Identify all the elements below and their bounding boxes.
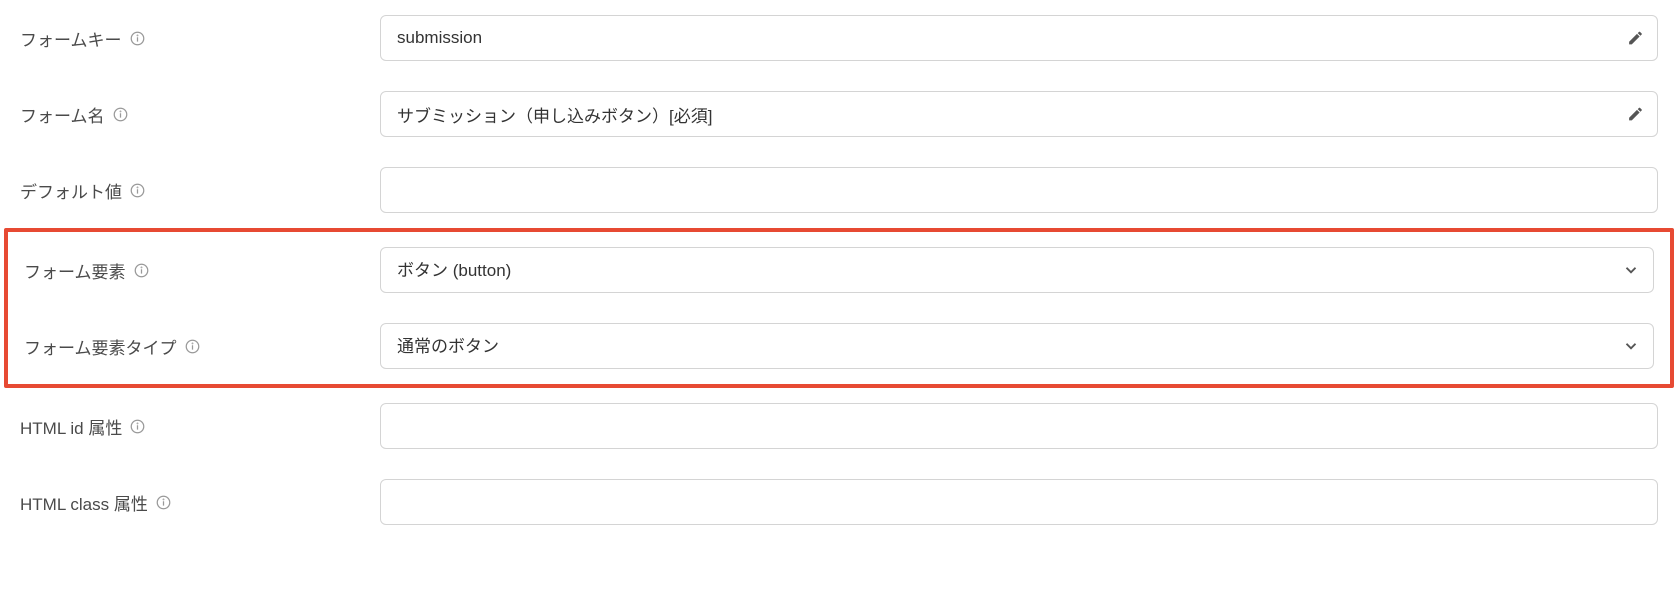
form-name-label-cell: フォーム名 xyxy=(20,102,380,127)
info-icon[interactable] xyxy=(185,339,200,354)
html-id-input[interactable] xyxy=(380,403,1658,449)
form-name-input-cell xyxy=(380,91,1658,137)
html-id-row: HTML id 属性 xyxy=(0,388,1678,464)
html-class-input[interactable] xyxy=(380,479,1658,525)
form-element-type-label-cell: フォーム要素タイプ xyxy=(24,334,380,359)
pencil-icon[interactable] xyxy=(1627,30,1644,47)
form-element-type-select[interactable]: 通常のボタン xyxy=(380,323,1654,369)
form-element-input-cell: ボタン (button) xyxy=(380,247,1654,293)
default-value-input[interactable] xyxy=(380,167,1658,213)
info-icon[interactable] xyxy=(130,31,145,46)
highlighted-section: フォーム要素 ボタン (button) xyxy=(4,228,1674,388)
default-value-row: デフォルト値 xyxy=(0,152,1678,228)
form-key-label: フォームキー xyxy=(20,26,122,51)
html-class-label: HTML class 属性 xyxy=(20,490,148,515)
html-id-label: HTML id 属性 xyxy=(20,414,122,439)
form-element-label-cell: フォーム要素 xyxy=(24,258,380,283)
form-key-row: フォームキー xyxy=(0,0,1678,76)
form-key-input-cell xyxy=(380,15,1658,61)
info-icon[interactable] xyxy=(134,263,149,278)
default-value-label-cell: デフォルト値 xyxy=(20,178,380,203)
form-element-select[interactable]: ボタン (button) xyxy=(380,247,1654,293)
form-key-label-cell: フォームキー xyxy=(20,26,380,51)
html-class-input-cell xyxy=(380,479,1658,525)
html-id-label-cell: HTML id 属性 xyxy=(20,414,380,439)
form-element-type-input-cell: 通常のボタン xyxy=(380,323,1654,369)
form-element-row: フォーム要素 ボタン (button) xyxy=(8,232,1670,308)
html-class-label-cell: HTML class 属性 xyxy=(20,490,380,515)
form-element-type-row: フォーム要素タイプ 通常のボタン xyxy=(8,308,1670,384)
info-icon[interactable] xyxy=(130,419,145,434)
pencil-icon[interactable] xyxy=(1627,106,1644,123)
default-value-input-cell xyxy=(380,167,1658,213)
form-element-type-label: フォーム要素タイプ xyxy=(24,334,177,359)
info-icon[interactable] xyxy=(130,183,145,198)
form-name-label: フォーム名 xyxy=(20,102,105,127)
html-id-input-cell xyxy=(380,403,1658,449)
default-value-label: デフォルト値 xyxy=(20,178,122,203)
form-key-input[interactable] xyxy=(380,15,1658,61)
form-name-row: フォーム名 xyxy=(0,76,1678,152)
info-icon[interactable] xyxy=(113,107,128,122)
info-icon[interactable] xyxy=(156,495,171,510)
form-name-input[interactable] xyxy=(380,91,1658,137)
html-class-row: HTML class 属性 xyxy=(0,464,1678,540)
form-element-label: フォーム要素 xyxy=(24,258,126,283)
form-settings-panel: フォームキー フォーム名 xyxy=(0,0,1678,540)
